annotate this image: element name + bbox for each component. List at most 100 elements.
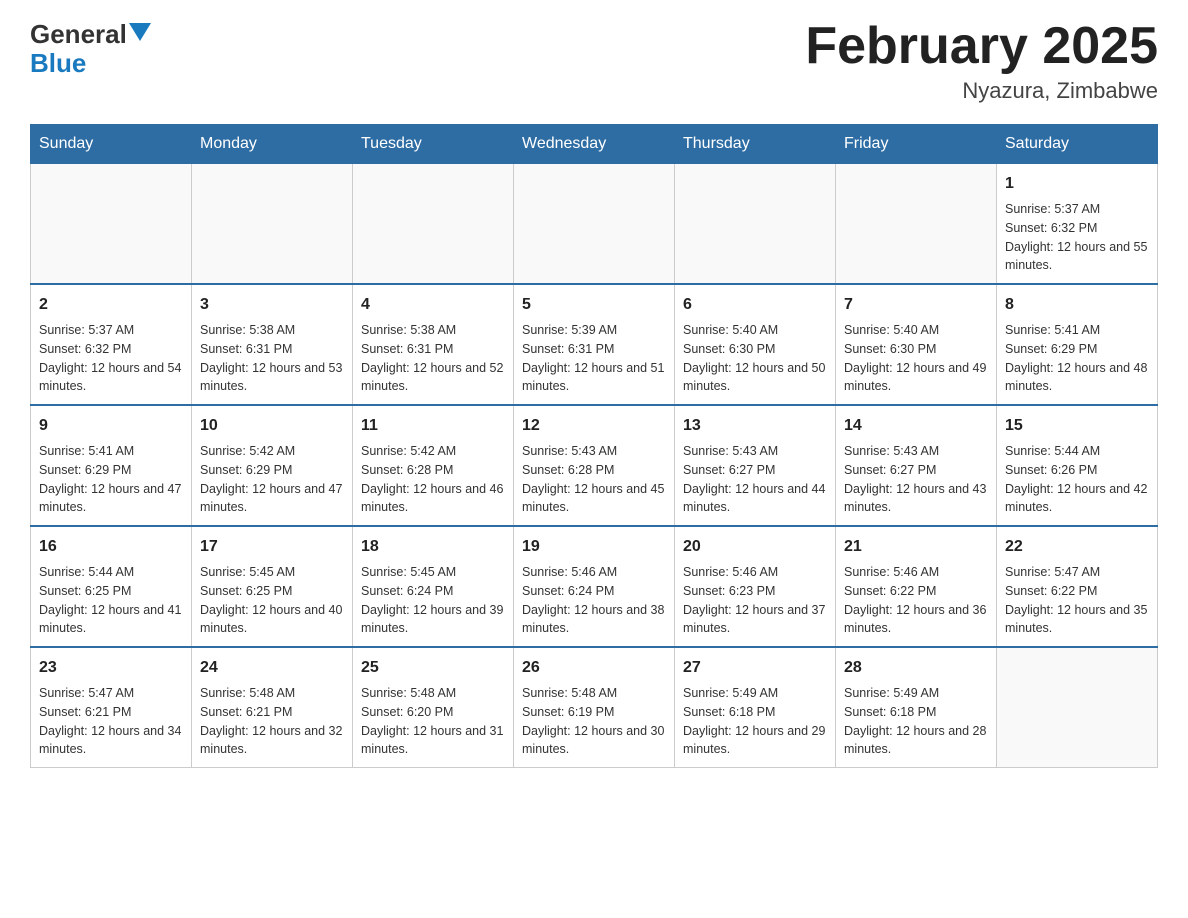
sunset-info: Sunset: 6:31 PM [200,340,344,359]
calendar-cell [675,164,836,285]
sunrise-info: Sunrise: 5:49 AM [683,684,827,703]
daylight-info: Daylight: 12 hours and 34 minutes. [39,722,183,760]
sunrise-info: Sunrise: 5:44 AM [1005,442,1149,461]
week-row-2: 2Sunrise: 5:37 AMSunset: 6:32 PMDaylight… [31,284,1158,405]
daylight-info: Daylight: 12 hours and 48 minutes. [1005,359,1149,397]
day-number: 8 [1005,293,1149,317]
sunrise-info: Sunrise: 5:37 AM [1005,200,1149,219]
sunrise-info: Sunrise: 5:48 AM [200,684,344,703]
calendar-cell: 7Sunrise: 5:40 AMSunset: 6:30 PMDaylight… [836,284,997,405]
daylight-info: Daylight: 12 hours and 47 minutes. [200,480,344,518]
sunset-info: Sunset: 6:31 PM [361,340,505,359]
sunset-info: Sunset: 6:25 PM [200,582,344,601]
day-number: 4 [361,293,505,317]
calendar-cell: 19Sunrise: 5:46 AMSunset: 6:24 PMDayligh… [514,526,675,647]
day-header-wednesday: Wednesday [514,125,675,164]
daylight-info: Daylight: 12 hours and 39 minutes. [361,601,505,639]
calendar-cell: 21Sunrise: 5:46 AMSunset: 6:22 PMDayligh… [836,526,997,647]
daylight-info: Daylight: 12 hours and 52 minutes. [361,359,505,397]
sunset-info: Sunset: 6:19 PM [522,703,666,722]
logo-icon [129,22,151,46]
sunrise-info: Sunrise: 5:46 AM [522,563,666,582]
sunset-info: Sunset: 6:22 PM [1005,582,1149,601]
week-row-4: 16Sunrise: 5:44 AMSunset: 6:25 PMDayligh… [31,526,1158,647]
sunrise-info: Sunrise: 5:43 AM [683,442,827,461]
daylight-info: Daylight: 12 hours and 45 minutes. [522,480,666,518]
sunset-info: Sunset: 6:32 PM [39,340,183,359]
daylight-info: Daylight: 12 hours and 53 minutes. [200,359,344,397]
day-number: 25 [361,656,505,680]
sunset-info: Sunset: 6:29 PM [200,461,344,480]
day-number: 20 [683,535,827,559]
day-number: 9 [39,414,183,438]
daylight-info: Daylight: 12 hours and 49 minutes. [844,359,988,397]
calendar-cell [31,164,192,285]
calendar-cell: 27Sunrise: 5:49 AMSunset: 6:18 PMDayligh… [675,647,836,768]
daylight-info: Daylight: 12 hours and 40 minutes. [200,601,344,639]
location: Nyazura, Zimbabwe [805,78,1158,104]
sunset-info: Sunset: 6:24 PM [361,582,505,601]
daylight-info: Daylight: 12 hours and 31 minutes. [361,722,505,760]
sunset-info: Sunset: 6:23 PM [683,582,827,601]
day-number: 1 [1005,172,1149,196]
month-title: February 2025 [805,20,1158,72]
calendar-cell: 13Sunrise: 5:43 AMSunset: 6:27 PMDayligh… [675,405,836,526]
day-header-monday: Monday [192,125,353,164]
sunset-info: Sunset: 6:22 PM [844,582,988,601]
sunset-info: Sunset: 6:31 PM [522,340,666,359]
day-number: 15 [1005,414,1149,438]
week-row-1: 1Sunrise: 5:37 AMSunset: 6:32 PMDaylight… [31,164,1158,285]
day-number: 2 [39,293,183,317]
logo-general: General [30,20,127,49]
calendar-cell: 15Sunrise: 5:44 AMSunset: 6:26 PMDayligh… [997,405,1158,526]
sunrise-info: Sunrise: 5:43 AM [844,442,988,461]
daylight-info: Daylight: 12 hours and 55 minutes. [1005,238,1149,276]
day-number: 28 [844,656,988,680]
calendar-cell: 25Sunrise: 5:48 AMSunset: 6:20 PMDayligh… [353,647,514,768]
calendar-cell: 17Sunrise: 5:45 AMSunset: 6:25 PMDayligh… [192,526,353,647]
sunset-info: Sunset: 6:18 PM [683,703,827,722]
calendar-cell: 23Sunrise: 5:47 AMSunset: 6:21 PMDayligh… [31,647,192,768]
sunset-info: Sunset: 6:28 PM [522,461,666,480]
daylight-info: Daylight: 12 hours and 54 minutes. [39,359,183,397]
day-number: 6 [683,293,827,317]
sunrise-info: Sunrise: 5:40 AM [844,321,988,340]
calendar-cell: 5Sunrise: 5:39 AMSunset: 6:31 PMDaylight… [514,284,675,405]
sunrise-info: Sunrise: 5:41 AM [39,442,183,461]
calendar-cell [836,164,997,285]
sunrise-info: Sunrise: 5:46 AM [844,563,988,582]
calendar-cell: 12Sunrise: 5:43 AMSunset: 6:28 PMDayligh… [514,405,675,526]
calendar-cell: 14Sunrise: 5:43 AMSunset: 6:27 PMDayligh… [836,405,997,526]
day-number: 14 [844,414,988,438]
sunrise-info: Sunrise: 5:47 AM [39,684,183,703]
logo: General Blue [30,20,151,77]
day-number: 24 [200,656,344,680]
day-number: 10 [200,414,344,438]
sunrise-info: Sunrise: 5:38 AM [361,321,505,340]
day-number: 17 [200,535,344,559]
sunset-info: Sunset: 6:21 PM [200,703,344,722]
day-number: 22 [1005,535,1149,559]
sunrise-info: Sunrise: 5:46 AM [683,563,827,582]
daylight-info: Daylight: 12 hours and 29 minutes. [683,722,827,760]
sunset-info: Sunset: 6:25 PM [39,582,183,601]
sunset-info: Sunset: 6:18 PM [844,703,988,722]
day-header-friday: Friday [836,125,997,164]
sunset-info: Sunset: 6:30 PM [844,340,988,359]
calendar: SundayMondayTuesdayWednesdayThursdayFrid… [30,124,1158,768]
sunset-info: Sunset: 6:27 PM [683,461,827,480]
sunrise-info: Sunrise: 5:41 AM [1005,321,1149,340]
sunrise-info: Sunrise: 5:49 AM [844,684,988,703]
calendar-cell: 28Sunrise: 5:49 AMSunset: 6:18 PMDayligh… [836,647,997,768]
logo-blue: Blue [30,48,86,78]
calendar-cell: 2Sunrise: 5:37 AMSunset: 6:32 PMDaylight… [31,284,192,405]
calendar-cell: 16Sunrise: 5:44 AMSunset: 6:25 PMDayligh… [31,526,192,647]
sunrise-info: Sunrise: 5:48 AM [522,684,666,703]
sunrise-info: Sunrise: 5:43 AM [522,442,666,461]
calendar-cell: 6Sunrise: 5:40 AMSunset: 6:30 PMDaylight… [675,284,836,405]
day-number: 13 [683,414,827,438]
sunset-info: Sunset: 6:24 PM [522,582,666,601]
sunset-info: Sunset: 6:29 PM [39,461,183,480]
calendar-cell [514,164,675,285]
day-number: 19 [522,535,666,559]
